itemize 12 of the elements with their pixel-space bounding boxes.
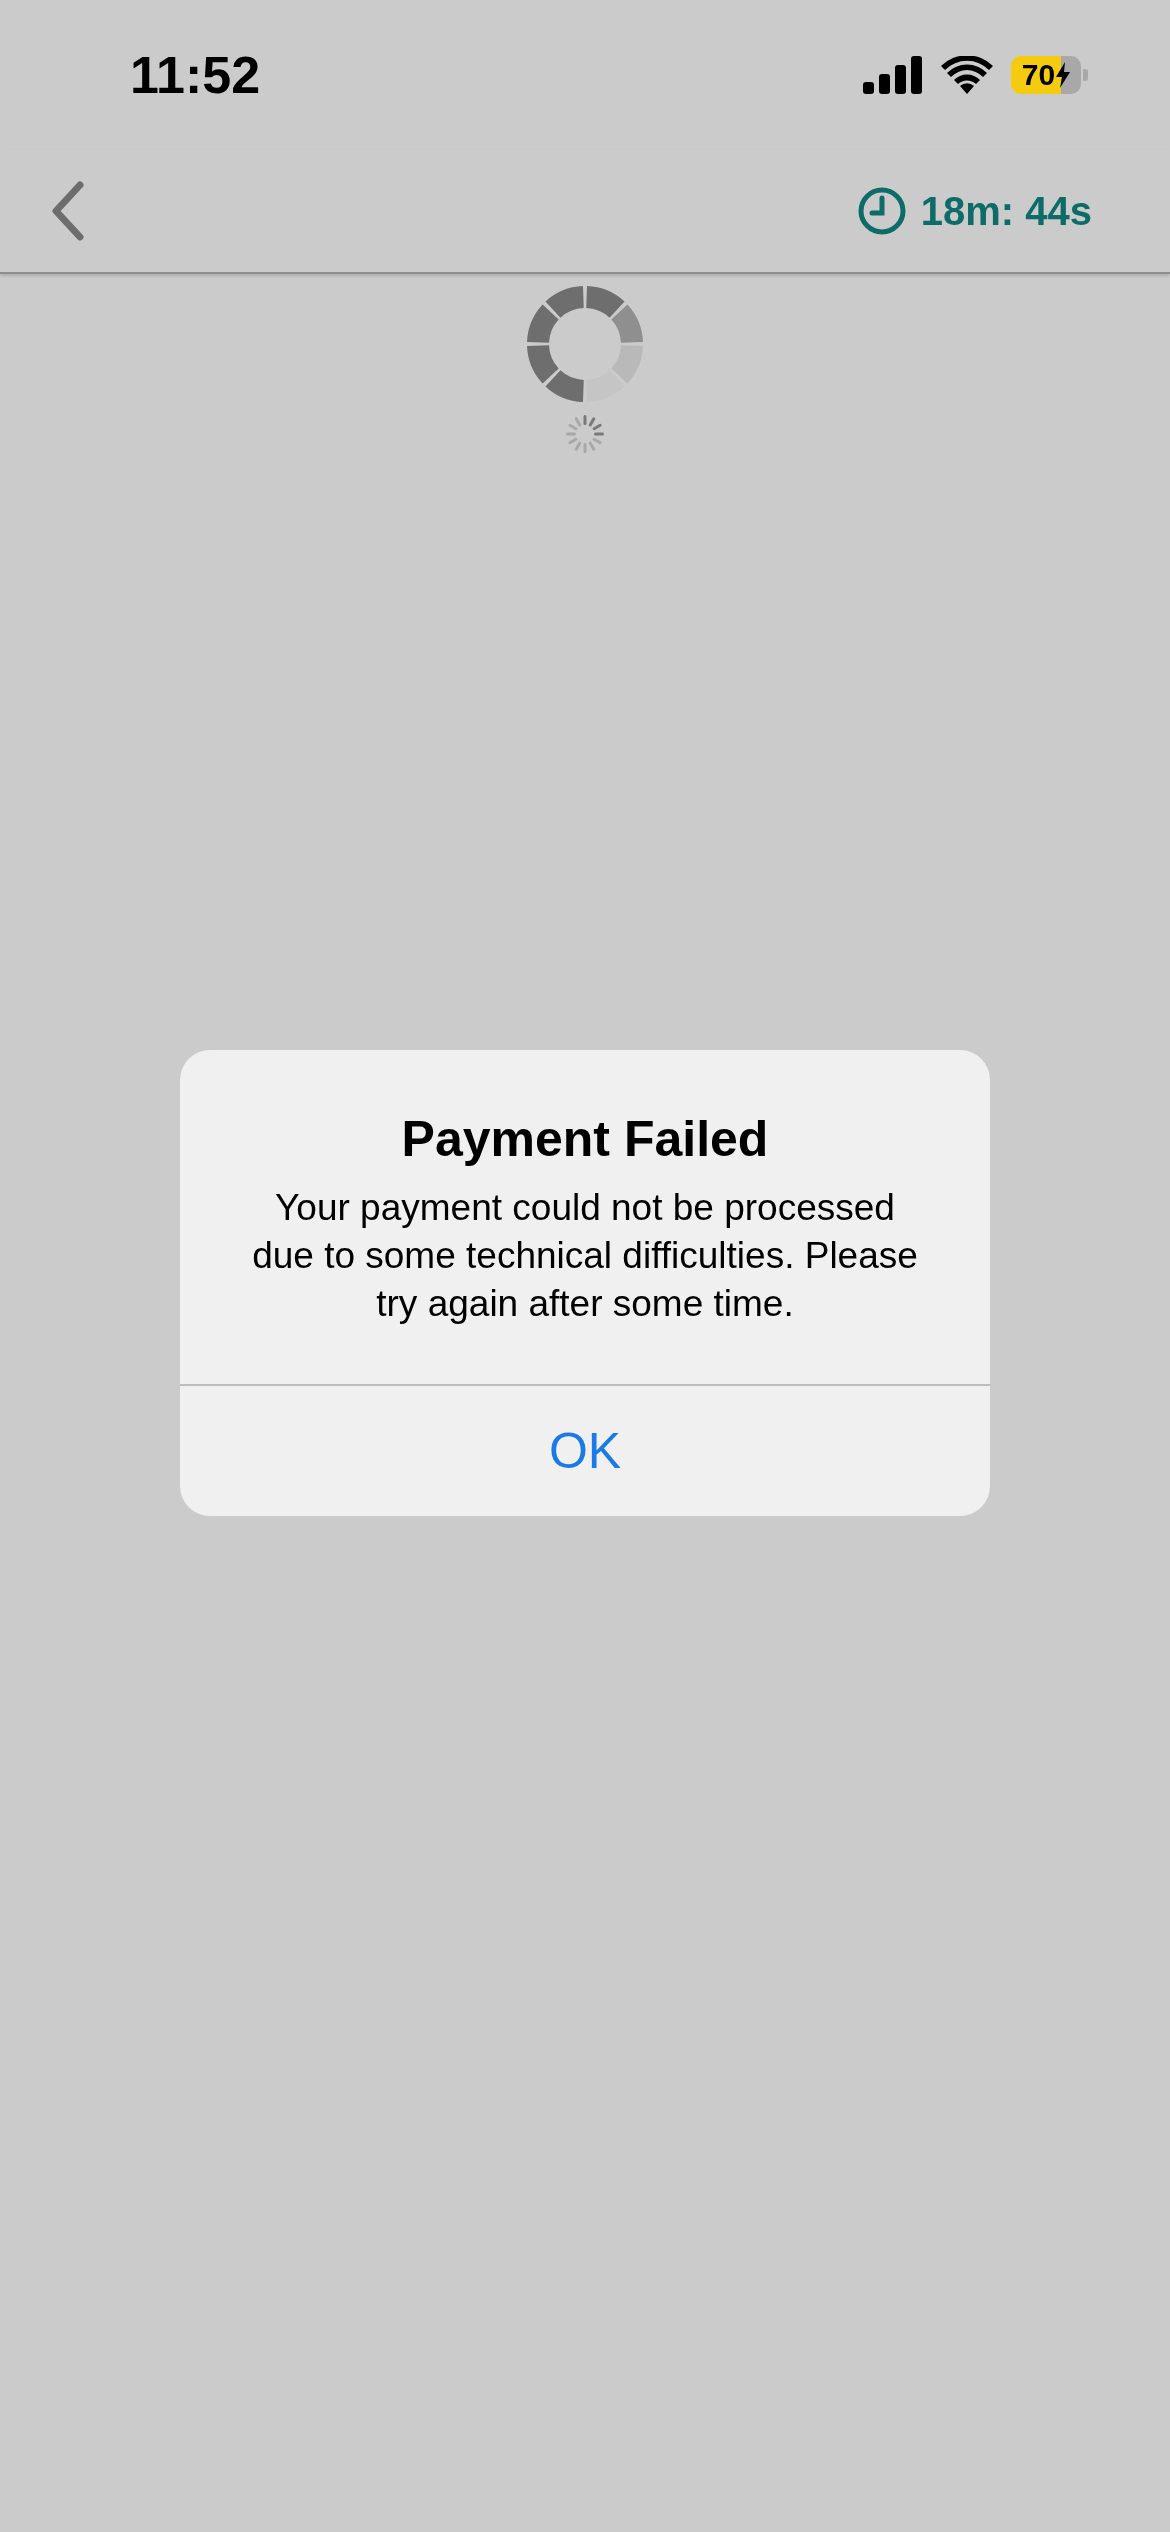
alert-message: Your payment could not be processed due to some technical difficulties. Please try again after some time.	[251, 1186, 919, 1326]
wifi-icon	[941, 56, 993, 94]
clock-icon	[856, 186, 907, 236]
status-time: 11:52	[130, 45, 261, 105]
loading-spinner-icon	[565, 414, 605, 454]
loading-ring-icon	[525, 284, 645, 404]
countdown-timer: 18m: 44s	[920, 188, 1092, 234]
battery-cap-icon	[1083, 69, 1088, 81]
alert-title: Payment Failed	[400, 1110, 770, 1168]
ok-button[interactable]: OK	[180, 1386, 990, 1516]
cellular-signal-icon	[863, 56, 923, 94]
battery-percentage: 70	[1021, 58, 1056, 92]
